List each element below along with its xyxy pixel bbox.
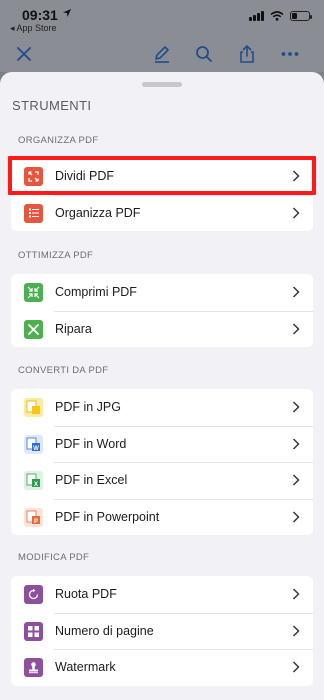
watermark-icon [24,658,43,677]
svg-text:W: W [33,446,39,452]
section-header-convert: CONVERTI DA PDF [18,365,109,376]
group-edit: Ruota PDF Numero di pagine Watermark [11,576,313,686]
tool-pdf-to-word[interactable]: W PDF in Word [11,425,313,463]
rotate-icon [24,585,43,604]
status-icons [249,10,312,22]
tool-label: Watermark [55,660,116,674]
section-header-edit: MODIFICA PDF [18,552,90,563]
chevron-right-icon [292,474,300,486]
status-bar: 09:31 ◂ App Store [0,0,324,36]
tool-label: PDF in JPG [55,400,121,414]
tool-label: Numero di pagine [55,623,154,638]
chevron-right-icon [292,510,300,523]
search-icon[interactable] [194,44,214,64]
tool-pdf-to-excel[interactable]: X PDF in Excel [11,462,313,499]
more-options-icon[interactable] [280,44,300,64]
tool-pdf-to-jpg[interactable]: PDF in JPG [11,389,313,426]
close-icon[interactable] [14,44,34,64]
tool-label: Ripara [55,321,92,336]
sheet-grabber[interactable] [142,82,182,87]
organize-icon [24,203,43,223]
tool-split-pdf[interactable]: Dividi PDF [11,158,313,195]
jpg-icon [24,398,43,417]
chevron-right-icon [292,624,300,637]
group-convert: PDF in JPG W PDF in Word X PDF in Excel … [11,389,313,535]
chevron-right-icon [292,588,300,600]
page-numbers-icon [24,621,43,641]
tool-page-numbers[interactable]: Numero di pagine [11,612,313,650]
tool-label: PDF in Word [55,436,127,451]
svg-text:X: X [34,482,38,488]
chevron-right-icon [292,286,300,298]
tool-compress-pdf[interactable]: Comprimi PDF [11,274,313,311]
section-header-optimize: OTTIMIZZA PDF [18,250,94,261]
split-icon [24,167,43,186]
tool-label: Comprimi PDF [55,285,137,299]
share-icon[interactable] [237,44,257,64]
group-organize: Dividi PDF Organizza PDF [11,158,313,231]
group-optimize: Comprimi PDF Ripara [11,274,313,347]
compress-icon [24,283,43,302]
wifi-icon [270,11,284,21]
chevron-right-icon [292,170,300,182]
word-icon: W [24,434,43,454]
svg-text:P: P [34,519,38,525]
excel-icon: X [24,471,43,490]
battery-icon [290,11,312,21]
tool-rotate-pdf[interactable]: Ruota PDF [11,576,313,613]
chevron-right-icon [292,322,300,335]
edit-pencil-icon[interactable] [152,44,172,64]
tool-label: Organizza PDF [55,205,141,220]
tool-organize-pdf[interactable]: Organizza PDF [11,194,313,232]
chevron-right-icon [292,661,300,673]
tool-repair[interactable]: Ripara [11,310,313,348]
tool-label: PDF in Powerpoint [55,509,160,524]
status-time: 09:31 [22,7,58,23]
tool-pdf-to-powerpoint[interactable]: P PDF in Powerpoint [11,498,313,536]
tool-label: PDF in Excel [55,473,128,487]
chevron-right-icon [292,437,300,450]
section-header-organize: ORGANIZZA PDF [18,135,99,146]
sheet-title: STRUMENTI [12,98,92,113]
location-arrow-icon [63,9,71,17]
tool-label: Ruota PDF [55,587,117,601]
chevron-right-icon [292,401,300,413]
top-toolbar [0,36,324,72]
back-to-app-store-link[interactable]: ◂ App Store [10,23,57,34]
signal-icon [249,11,264,21]
powerpoint-icon: P [24,507,43,527]
repair-icon [24,319,43,339]
tool-watermark[interactable]: Watermark [11,649,313,686]
tools-sheet: STRUMENTI ORGANIZZA PDF Dividi PDF Organ… [0,72,324,700]
chevron-right-icon [292,206,300,219]
tool-label: Dividi PDF [55,169,115,183]
